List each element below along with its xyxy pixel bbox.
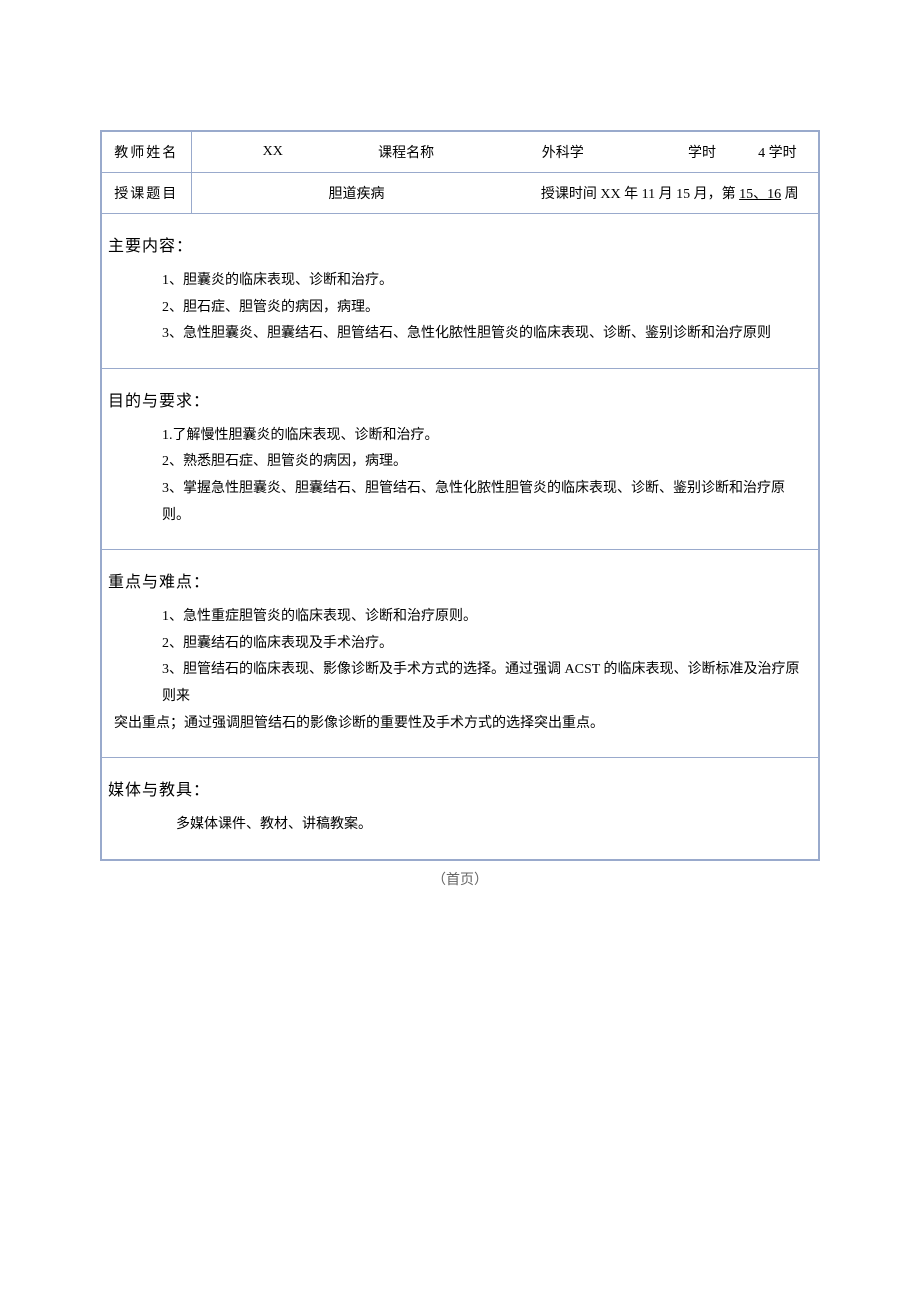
course-label: 课程名称 bbox=[354, 132, 458, 172]
purpose-title: 目的与要求： bbox=[108, 379, 812, 423]
purpose-item-2: 2、熟悉胆石症、胆管炎的病因，病理。 bbox=[162, 449, 812, 476]
schedule-prefix: 授课时间 XX 年 11 月 15 月，第 bbox=[541, 187, 739, 202]
media-content: 多媒体课件、教材、讲稿教案。 bbox=[176, 812, 812, 839]
main-item-3: 3、急性胆囊炎、胆囊结石、胆管结石、急性化脓性胆管炎的临床表现、诊断、鉴别诊断和… bbox=[162, 321, 812, 348]
purpose-body: 1.了解慢性胆囊炎的临床表现、诊断和治疗。 2、熟悉胆石症、胆管炎的病因，病理。… bbox=[108, 423, 812, 529]
lesson-plan-table: 教师姓名 XX 课程名称 外科学 学时 4 学时 授课题目 胆道疾病 授课时间 … bbox=[100, 130, 820, 861]
key-title: 重点与难点： bbox=[108, 560, 812, 604]
key-item-1: 1、急性重症胆管炎的临床表现、诊断和治疗原则。 bbox=[114, 604, 812, 631]
schedule-info: 授课时间 XX 年 11 月 15 月，第 15、16 周 bbox=[522, 173, 819, 213]
hours-label: 学时 bbox=[667, 132, 737, 172]
key-continuation: 突出重点；通过强调胆管结石的影像诊断的重要性及手术方式的选择突出重点。 bbox=[114, 711, 812, 738]
header-row-2: 授课题目 胆道疾病 授课时间 XX 年 11 月 15 月，第 15、16 周 bbox=[101, 173, 819, 214]
header-row-1: 教师姓名 XX 课程名称 外科学 学时 4 学时 bbox=[101, 131, 819, 173]
purpose-item-3: 3、掌握急性胆囊炎、胆囊结石、胆管结石、急性化脓性胆管炎的临床表现、诊断、鉴别诊… bbox=[162, 476, 812, 529]
schedule-weeks: 15、16 bbox=[739, 187, 781, 202]
main-content-body: 1、胆囊炎的临床表现、诊断和治疗。 2、胆石症、胆管炎的病因，病理。 3、急性胆… bbox=[108, 268, 812, 348]
hours-value: 4 学时 bbox=[737, 132, 818, 172]
key-item-2: 2、胆囊结石的临床表现及手术治疗。 bbox=[114, 631, 812, 658]
purpose-item-1: 1.了解慢性胆囊炎的临床表现、诊断和治疗。 bbox=[162, 423, 812, 450]
topic-label: 授课题目 bbox=[101, 173, 191, 214]
section-key-points: 重点与难点： 1、急性重症胆管炎的临床表现、诊断和治疗原则。 2、胆囊结石的临床… bbox=[101, 550, 819, 758]
media-body: 多媒体课件、教材、讲稿教案。 bbox=[108, 812, 812, 839]
media-title: 媒体与教具： bbox=[108, 768, 812, 812]
topic-value: 胆道疾病 bbox=[192, 173, 522, 213]
main-content-title: 主要内容： bbox=[108, 224, 812, 268]
course-name: 外科学 bbox=[458, 132, 667, 172]
section-media: 媒体与教具： 多媒体课件、教材、讲稿教案。 bbox=[101, 758, 819, 860]
teacher-name: XX bbox=[192, 132, 354, 172]
teacher-label: 教师姓名 bbox=[101, 131, 191, 173]
key-item-3: 3、胆管结石的临床表现、影像诊断及手术方式的选择。通过强调 ACST 的临床表现… bbox=[114, 657, 812, 710]
main-item-1: 1、胆囊炎的临床表现、诊断和治疗。 bbox=[162, 268, 812, 295]
key-body: 1、急性重症胆管炎的临床表现、诊断和治疗原则。 2、胆囊结石的临床表现及手术治疗… bbox=[108, 604, 812, 737]
schedule-suffix: 周 bbox=[781, 187, 799, 202]
page-footer-label: （首页） bbox=[100, 869, 820, 889]
main-item-2: 2、胆石症、胆管炎的病因，病理。 bbox=[162, 295, 812, 322]
section-main-content: 主要内容： 1、胆囊炎的临床表现、诊断和治疗。 2、胆石症、胆管炎的病因，病理。… bbox=[101, 214, 819, 369]
section-purpose: 目的与要求： 1.了解慢性胆囊炎的临床表现、诊断和治疗。 2、熟悉胆石症、胆管炎… bbox=[101, 368, 819, 549]
